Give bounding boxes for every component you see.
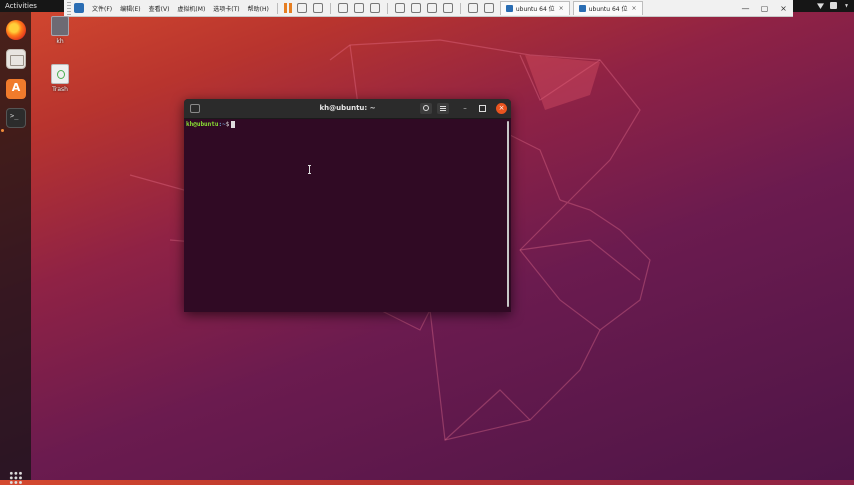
terminal-headerbar[interactable]: kh@ubuntu: ~ – × (184, 99, 511, 119)
vm-tab-label: ubuntu 64 位 (588, 6, 628, 13)
pause-icon[interactable] (283, 3, 292, 13)
vm-tab-label: ubuntu 64 位 (515, 6, 555, 13)
desktop-icon-home[interactable]: kh (45, 16, 75, 45)
active-indicator (1, 129, 4, 132)
stretch-icon[interactable] (483, 3, 494, 13)
vm-tab[interactable]: ubuntu 64 位 × (499, 1, 570, 15)
console-icon[interactable] (467, 3, 478, 13)
restore-button[interactable]: ▢ (755, 4, 774, 13)
toolbar-separator (459, 2, 461, 14)
desktop-icon-trash[interactable]: Trash (45, 64, 75, 93)
vm-tab-icon (505, 5, 513, 12)
desktop-icon-label: kh (56, 38, 64, 45)
fullscreen-icon[interactable] (426, 3, 437, 13)
network-icon[interactable] (817, 3, 824, 9)
prompt-path: :~ (218, 121, 226, 128)
chevron-down-icon[interactable] (845, 4, 848, 8)
close-button[interactable]: × (774, 4, 793, 13)
toolbar-separator (276, 2, 278, 14)
prompt-user: kh@ubuntu (186, 121, 219, 128)
toolbar-separator (329, 2, 331, 14)
snapshot-icon[interactable] (337, 3, 348, 13)
firefox-icon[interactable] (6, 20, 26, 40)
minimize-button[interactable]: — (736, 4, 755, 13)
toolbar-separator (386, 2, 388, 14)
hamburger-menu-icon[interactable] (437, 103, 449, 114)
home-folder-icon (51, 16, 69, 36)
vmware-logo-icon (74, 3, 84, 13)
scrollbar[interactable] (507, 121, 509, 307)
minimize-button[interactable]: – (460, 104, 470, 113)
window-controls: — ▢ × (736, 4, 793, 13)
menu-view[interactable]: 查看(V) (145, 4, 174, 13)
close-button[interactable]: × (496, 103, 507, 114)
dropdown-icon[interactable] (296, 3, 307, 13)
activities-button[interactable]: Activities (5, 0, 37, 12)
search-icon[interactable] (420, 103, 432, 114)
terminal-icon[interactable] (6, 108, 26, 128)
terminal-window[interactable]: kh@ubuntu: ~ – × kh@ubuntu:~$ (184, 99, 511, 312)
prompt-symbol: $ (225, 121, 230, 128)
menu-tabs[interactable]: 选项卡(T) (209, 4, 243, 13)
single-window-icon[interactable] (410, 3, 421, 13)
toolbar-grip[interactable] (67, 1, 71, 15)
volume-icon[interactable] (830, 2, 837, 9)
vm-tab-icon (578, 5, 586, 12)
dock (0, 12, 31, 485)
send-keys-icon[interactable] (312, 3, 323, 13)
terminal-body[interactable]: kh@ubuntu:~$ (184, 118, 511, 312)
menu-edit[interactable]: 编辑(E) (116, 4, 144, 13)
snapshot-manager-icon[interactable] (369, 3, 380, 13)
vm-toolbar: 文件(F) 编辑(E) 查看(V) 虚拟机(M) 选项卡(T) 帮助(H) ub… (64, 0, 793, 17)
text-cursor (231, 121, 236, 128)
vm-tab[interactable]: ubuntu 64 位 × (572, 1, 643, 15)
show-applications-icon[interactable] (9, 471, 23, 485)
trash-icon (51, 64, 69, 84)
menu-file[interactable]: 文件(F) (88, 4, 116, 13)
files-icon[interactable] (6, 49, 26, 69)
desktop-icon-label: Trash (52, 86, 68, 93)
maximize-button[interactable] (477, 104, 487, 113)
sidebar-toggle-icon[interactable] (394, 3, 405, 13)
tab-close-icon[interactable]: × (632, 5, 637, 12)
tab-close-icon[interactable]: × (559, 5, 564, 12)
software-center-icon[interactable] (6, 79, 26, 99)
menu-vm[interactable]: 虚拟机(M) (173, 4, 209, 13)
mouse-pointer (308, 165, 311, 174)
menu-help[interactable]: 帮助(H) (244, 4, 273, 13)
revert-snapshot-icon[interactable] (353, 3, 364, 13)
system-tray[interactable] (817, 2, 850, 9)
unity-icon[interactable] (442, 3, 453, 13)
